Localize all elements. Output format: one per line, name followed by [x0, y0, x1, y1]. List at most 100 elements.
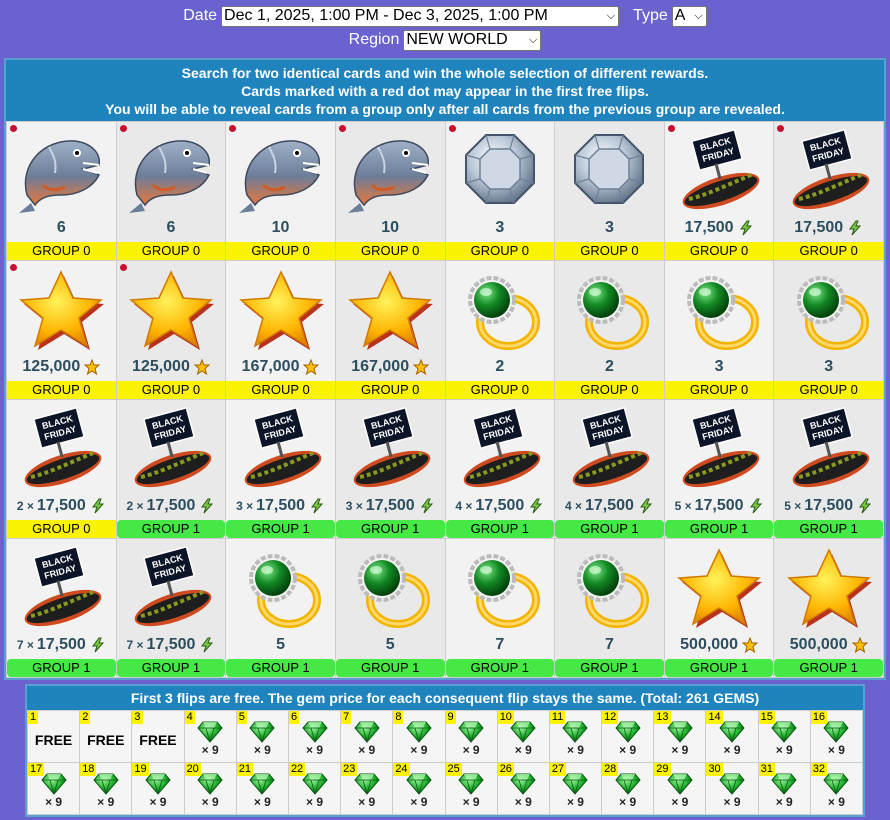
emerald-ring-icon	[561, 542, 657, 634]
group-label: GROUP 1	[335, 520, 445, 538]
gem-icon	[197, 773, 223, 795]
rules-line-2: Cards marked with a red dot may appear i…	[241, 83, 649, 99]
flip-number: 25	[445, 763, 462, 776]
reward-card[interactable]: 7 × 17,500 GROUP 1	[7, 539, 116, 677]
rules-info: Search for two identical cards and win t…	[6, 60, 884, 121]
flip-number: 4	[184, 711, 195, 724]
filter-bar: Date Dec 1, 2025, 1:00 PM - Dec 3, 2025,…	[0, 4, 890, 54]
hotdog-black-friday-icon	[671, 403, 767, 495]
reward-value: 4 × 17,500	[565, 495, 654, 517]
reward-amount: 3	[824, 358, 834, 375]
flip-number: 17	[28, 763, 45, 776]
flip-cell: 9 × 9	[445, 711, 497, 762]
flip-cost: × 9	[306, 742, 324, 757]
energy-bolt-icon	[199, 498, 215, 514]
reward-card[interactable]: 4 × 17,500 GROUP 1	[445, 400, 555, 538]
group-label: GROUP 0	[335, 242, 445, 260]
reward-card[interactable]: 7 GROUP 1	[445, 539, 555, 677]
reward-value: 167,000	[242, 356, 320, 378]
reward-card[interactable]: 6 GROUP 0	[7, 122, 116, 260]
energy-bolt-icon	[90, 498, 106, 514]
flip-cost: × 9	[566, 794, 584, 809]
reward-card[interactable]: 3 × 17,500 GROUP 1	[335, 400, 445, 538]
flip-number: 27	[549, 763, 567, 776]
reward-amount: 17,500	[256, 497, 306, 514]
reward-card[interactable]: 6 GROUP 0	[116, 122, 226, 260]
hotdog-black-friday-icon	[13, 542, 109, 634]
reward-card[interactable]: 4 × 17,500 GROUP 1	[555, 400, 664, 538]
flip-number: 20	[184, 763, 201, 776]
flip-number: 11	[549, 711, 566, 724]
group-label: GROUP 0	[445, 381, 555, 399]
reward-card[interactable]: 10 GROUP 0	[335, 122, 445, 260]
reward-card[interactable]: 10 GROUP 0	[226, 122, 335, 260]
cards-panel: Search for two identical cards and win t…	[4, 58, 886, 680]
reward-amount: 500,000	[789, 636, 848, 653]
reward-card[interactable]: 5 GROUP 1	[226, 539, 335, 677]
red-dot-indicator	[10, 264, 17, 271]
reward-card[interactable]: 500,000 GROUP 1	[664, 539, 774, 677]
date-select[interactable]: Dec 1, 2025, 1:00 PM - Dec 3, 2025, 1:00…	[221, 5, 620, 27]
energy-bolt-icon	[857, 498, 873, 514]
reward-card[interactable]: 7 GROUP 1	[555, 539, 664, 677]
reward-amount: 17,500	[365, 497, 415, 514]
piranha-icon	[233, 125, 329, 217]
gem-icon	[823, 773, 849, 795]
reward-card[interactable]: 2 × 17,500 GROUP 0	[7, 400, 116, 538]
reward-amount: 17,500	[804, 497, 854, 514]
reward-card[interactable]: 2 GROUP 0	[445, 261, 555, 399]
reward-multiplier: 5 ×	[784, 499, 802, 513]
free-label: FREE	[34, 731, 73, 748]
reward-card[interactable]: 17,500 GROUP 0	[774, 122, 883, 260]
group-label: GROUP 1	[555, 659, 664, 677]
flip-number: 1	[28, 711, 39, 724]
reward-card[interactable]: 167,000 GROUP 0	[335, 261, 445, 399]
region-select-value: NEW WORLD	[406, 31, 508, 48]
flip-cost: × 9	[149, 794, 167, 809]
reward-value: 17,500	[685, 217, 754, 239]
reward-card[interactable]: 3 GROUP 0	[445, 122, 555, 260]
reward-card[interactable]: 3 GROUP 0	[664, 261, 774, 399]
reward-amount: 3	[604, 219, 614, 236]
reward-card[interactable]: 3 GROUP 0	[774, 261, 883, 399]
flip-cost: × 9	[827, 794, 845, 809]
reward-card[interactable]: 3 × 17,500 GROUP 1	[226, 400, 335, 538]
piranha-icon	[342, 125, 438, 217]
energy-bolt-icon	[199, 637, 215, 653]
reward-card[interactable]: 2 × 17,500 GROUP 1	[116, 400, 226, 538]
reward-card[interactable]: 2 GROUP 0	[555, 261, 664, 399]
region-select[interactable]: NEW WORLD ⌵	[403, 29, 542, 51]
flip-cell: 20 × 9	[184, 763, 236, 814]
gem-icon	[93, 773, 119, 795]
reward-card[interactable]: 7 × 17,500 GROUP 1	[116, 539, 226, 677]
group-label: GROUP 0	[7, 381, 116, 399]
date-label: Date	[183, 7, 218, 24]
emerald-ring-icon	[671, 264, 767, 356]
reward-card[interactable]: 125,000 GROUP 0	[116, 261, 226, 399]
reward-card[interactable]: 3 GROUP 0	[555, 122, 664, 260]
reward-card[interactable]: 167,000 GROUP 0	[226, 261, 335, 399]
flip-number: 6	[288, 711, 300, 724]
reward-amount: 6	[56, 219, 66, 236]
group-label: GROUP 0	[116, 381, 226, 399]
flips-grid: 1 FREE 2 FREE 3 FREE 4 × 9 5 × 9 6 × 9 7 × 9 8 × 9 9 × 91…	[27, 710, 863, 815]
flip-cell: 32 × 9	[810, 763, 862, 814]
reward-amount: 125,000	[132, 358, 190, 375]
flip-number: 21	[236, 763, 253, 776]
flip-cost: × 9	[410, 794, 428, 809]
energy-bolt-icon	[748, 498, 764, 514]
group-label: GROUP 1	[774, 520, 883, 538]
type-select[interactable]: A ⌵	[671, 5, 707, 27]
reward-card[interactable]: 500,000 GROUP 1	[774, 539, 883, 677]
star-currency-icon	[84, 359, 100, 375]
reward-card[interactable]: 17,500 GROUP 0	[664, 122, 774, 260]
reward-card[interactable]: 5 GROUP 1	[335, 539, 445, 677]
reward-card[interactable]: 5 × 17,500 GROUP 1	[774, 400, 883, 538]
flip-number: 16	[810, 711, 828, 724]
reward-multiplier: 2 ×	[16, 499, 34, 513]
star-currency-icon	[194, 359, 210, 375]
reward-card[interactable]: 125,000 GROUP 0	[7, 261, 116, 399]
reward-value: 7	[605, 634, 614, 656]
flip-cell: 18 × 9	[80, 763, 132, 814]
reward-card[interactable]: 5 × 17,500 GROUP 1	[664, 400, 774, 538]
